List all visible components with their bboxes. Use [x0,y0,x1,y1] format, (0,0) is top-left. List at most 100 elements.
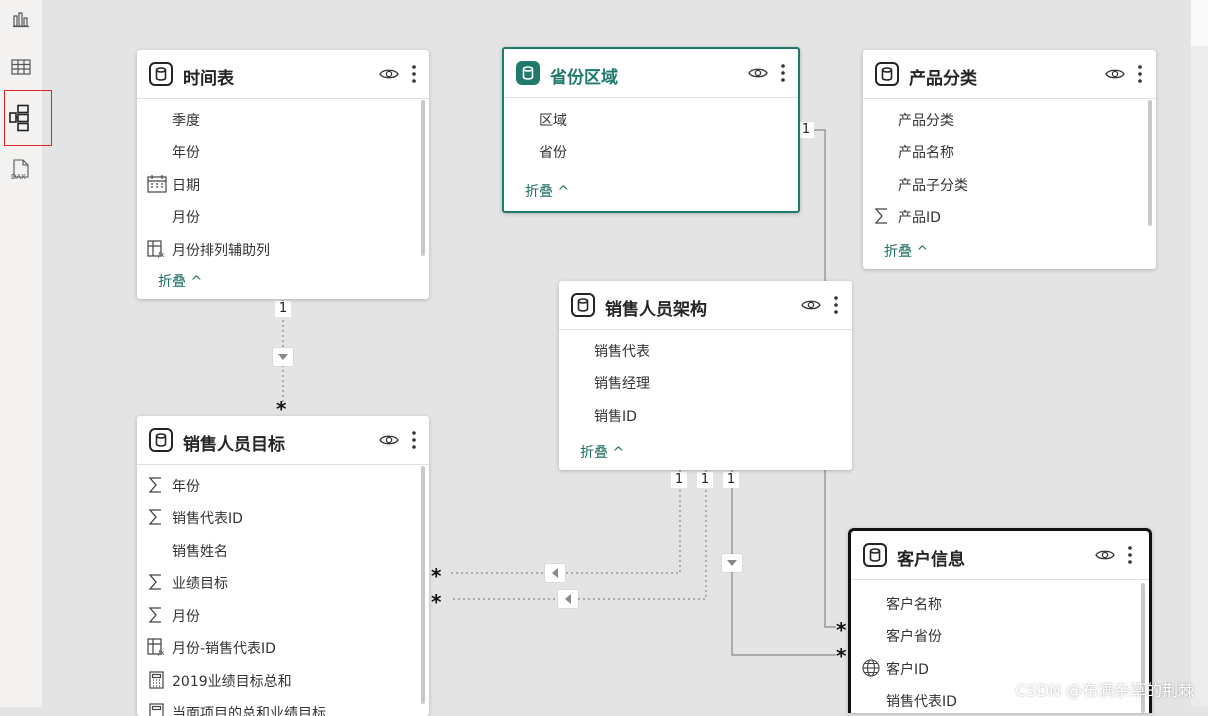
field-row[interactable]: 当面项目的总和业绩目标 [137,695,415,716]
watermark: CSDN @布满杂草的荆棘 [1015,681,1194,700]
cardinality-one-label: 1 [697,472,713,488]
card-scrollbar[interactable] [421,466,425,704]
field-row[interactable]: 销售ID [559,398,838,430]
collapse-link[interactable]: 折叠 ^ [580,442,624,462]
database-icon [571,293,595,317]
calculated-column-icon: fx [147,638,165,656]
cardinality-many-label: * [431,564,442,588]
field-row[interactable]: 区域 [504,102,784,134]
measure-calculator-icon [149,671,164,689]
eye-icon[interactable] [379,432,399,448]
card-scrollbar[interactable] [421,100,425,256]
field-row[interactable]: 省份 [504,134,784,166]
field-row[interactable]: 季度 [137,102,415,134]
more-options-icon[interactable] [1137,64,1143,84]
field-row[interactable]: 产品名称 [863,134,1142,166]
card-header[interactable]: 时间表 [137,50,429,99]
relationship-org-to-target-1 [450,470,681,574]
field-row[interactable]: 销售代表 [559,333,838,365]
field-row[interactable]: 客户省份 [851,618,1135,650]
table-title: 销售人员架构 [605,300,707,320]
more-options-icon[interactable] [833,295,839,315]
database-icon [516,61,540,85]
card-header[interactable]: 产品分类 [863,50,1156,99]
eye-icon[interactable] [801,297,821,313]
collapse-link[interactable]: 折叠 ^ [884,241,928,261]
filter-direction-arrow[interactable] [722,554,742,572]
field-row[interactable]: fx 月份排列辅助列 [137,232,415,264]
field-row[interactable]: 销售姓名 [137,533,415,565]
triangle-down-icon [278,354,288,360]
database-icon [149,428,173,452]
collapse-link[interactable]: 折叠 ^ [525,181,569,201]
eye-icon[interactable] [1095,547,1115,563]
database-icon [863,543,887,567]
measure-calculator-icon [149,703,164,716]
table-title: 时间表 [183,69,234,89]
calendar-icon [147,175,167,193]
sigma-icon [874,208,887,224]
field-row[interactable]: 2019业绩目标总和 [137,663,415,695]
filter-direction-arrow[interactable] [273,348,293,366]
svg-text:fx: fx [157,251,165,258]
cardinality-one-label: 1 [671,472,687,488]
more-options-icon[interactable] [411,64,417,84]
field-row[interactable]: 年份 [137,134,415,166]
triangle-left-icon [565,594,571,604]
field-row[interactable]: fx 月份-销售代表ID [137,630,415,662]
triangle-left-icon [552,568,558,578]
table-card-time[interactable]: 时间表 季度 年份 日期 月份 fx 月份排列辅助列 折叠 ^ [137,50,429,299]
database-icon [875,62,899,86]
globe-icon [862,659,880,677]
card-header[interactable]: 客户信息 [851,531,1149,580]
field-row[interactable]: 日期 [137,167,415,199]
cardinality-one-label: 1 [723,472,739,488]
field-row[interactable]: 业绩目标 [137,565,415,597]
database-icon [149,62,173,86]
filter-direction-arrow[interactable] [545,564,565,582]
eye-icon[interactable] [1105,66,1125,82]
field-row[interactable]: 销售代表ID [137,500,415,532]
table-title: 省份区域 [550,68,618,88]
cardinality-one-label: 1 [275,301,291,317]
card-scrollbar[interactable] [1148,100,1152,226]
card-header[interactable]: 销售人员架构 [559,281,852,330]
svg-text:fx: fx [157,649,165,656]
more-options-icon[interactable] [411,430,417,450]
field-row[interactable]: 产品ID [863,199,1142,231]
calculated-column-icon: fx [147,240,165,258]
field-row[interactable]: 年份 [137,468,415,500]
table-title: 销售人员目标 [183,435,285,455]
table-card-sales-org[interactable]: 销售人员架构 销售代表 销售经理 销售ID 折叠 ^ [559,281,852,470]
table-card-product[interactable]: 产品分类 产品分类 产品名称 产品子分类 产品ID 折叠 ^ [863,50,1156,269]
table-card-region[interactable]: 省份区域 区域 省份 折叠 ^ [502,47,800,213]
relationship-org-to-customer [731,470,836,656]
table-title: 客户信息 [897,550,965,570]
eye-icon[interactable] [379,66,399,82]
more-options-icon[interactable] [1127,545,1133,565]
field-row[interactable]: 客户名称 [851,586,1135,618]
table-card-sales-target[interactable]: 销售人员目标 年份 销售代表ID 销售姓名 业绩目标 月份 fx 月份-销售代表… [137,416,429,716]
cardinality-many-label: * [836,644,847,668]
table-title: 产品分类 [909,69,977,89]
field-row[interactable]: 产品子分类 [863,167,1142,199]
eye-icon[interactable] [748,65,768,81]
field-row[interactable]: 销售经理 [559,365,838,397]
collapse-link[interactable]: 折叠 ^ [158,271,202,291]
cardinality-one-label: 1 [798,122,814,138]
relationship-org-to-target-2 [450,470,707,600]
cardinality-many-label: * [836,618,847,642]
sigma-icon [148,574,161,590]
triangle-down-icon [727,560,737,566]
sigma-icon [148,477,161,493]
card-header[interactable]: 省份区域 [504,49,798,98]
field-row[interactable]: 产品分类 [863,102,1142,134]
sigma-icon [148,607,161,623]
filter-direction-arrow[interactable] [558,590,578,608]
sigma-icon [148,509,161,525]
cardinality-many-label: * [431,590,442,614]
more-options-icon[interactable] [780,63,786,83]
card-header[interactable]: 销售人员目标 [137,416,429,465]
field-row[interactable]: 月份 [137,598,415,630]
field-row[interactable]: 月份 [137,199,415,231]
